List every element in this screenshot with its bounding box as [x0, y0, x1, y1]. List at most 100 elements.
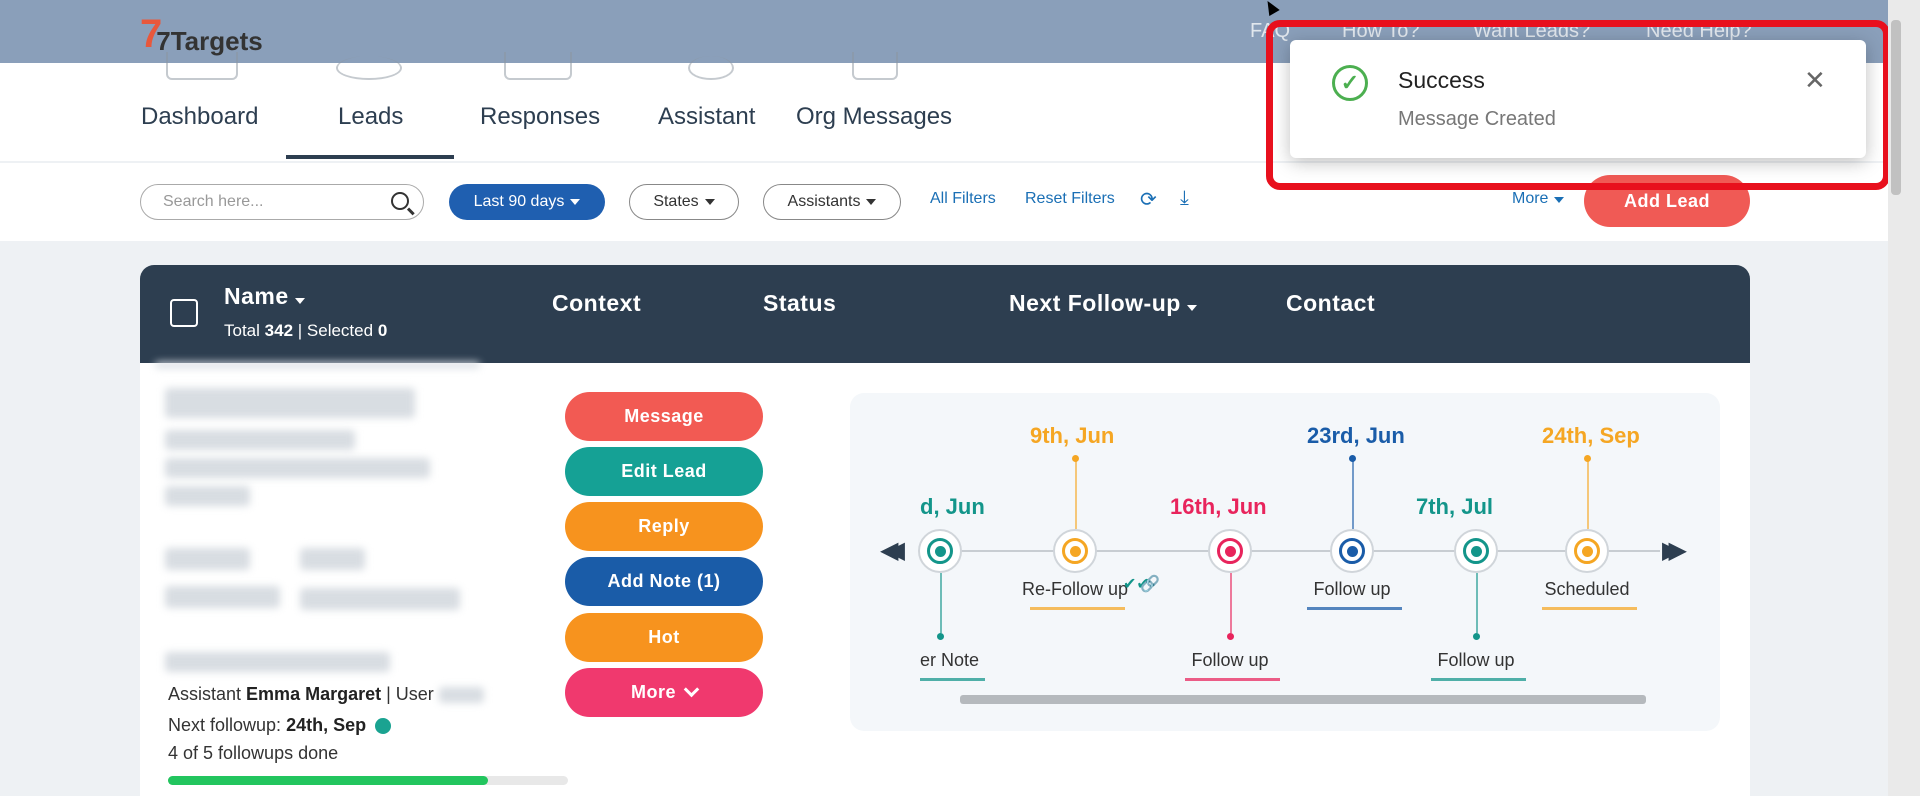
envelope-icon — [504, 52, 572, 80]
redacted-field-value — [300, 548, 365, 570]
download-icon[interactable]: ⤓ — [1180, 187, 1189, 210]
date-range-dropdown[interactable]: Last 90 days — [449, 184, 605, 220]
redacted-tags — [165, 486, 250, 506]
name-header-label: Name — [224, 283, 289, 309]
timeline-date: d, Jun — [920, 494, 985, 519]
active-tab-indicator — [286, 155, 454, 159]
chevron-down-icon — [1186, 305, 1197, 311]
assistant-name: Emma Margaret — [246, 684, 382, 704]
states-dropdown[interactable]: States — [629, 184, 739, 220]
search-input[interactable]: Search here... — [140, 184, 424, 220]
name-column-header[interactable]: Name — [224, 283, 305, 310]
timeline-scrollbar[interactable] — [960, 695, 1646, 704]
timeline-node[interactable] — [1454, 529, 1498, 573]
assistant-user-line: Assistant Emma Margaret | User — [168, 684, 484, 705]
timeline-prev-icon[interactable]: ◀◀ — [880, 536, 905, 565]
timeline-stem-dot — [937, 633, 944, 640]
tab-assistant[interactable]: Assistant — [658, 103, 755, 131]
tab-dashboard[interactable]: Dashboard — [141, 103, 258, 131]
hot-button[interactable]: Hot — [565, 613, 763, 662]
next-followup-date: 24th, Sep — [286, 715, 367, 735]
total-selected-summary: Total 342 | Selected 0 — [224, 321, 388, 340]
more-dropdown[interactable]: More — [1512, 190, 1565, 208]
tab-responses[interactable]: Responses — [480, 103, 600, 131]
timeline-label-underline — [1185, 678, 1280, 681]
headset-icon — [688, 56, 734, 80]
add-note-button[interactable]: Add Note (1) — [565, 557, 763, 606]
timeline-node[interactable] — [1330, 529, 1374, 573]
timeline-node[interactable] — [1208, 529, 1252, 573]
assistants-label: Assistants — [787, 193, 861, 210]
timeline-node[interactable] — [918, 529, 962, 573]
select-all-checkbox[interactable] — [170, 299, 198, 327]
redacted-company — [165, 652, 390, 672]
annotation-highlight-box — [1266, 20, 1890, 190]
chevron-down-icon — [570, 199, 581, 205]
clock-icon — [375, 718, 392, 735]
timeline-node[interactable] — [1053, 529, 1097, 573]
timeline-stem-dot — [1584, 455, 1591, 462]
timeline-label: Scheduled — [1544, 579, 1630, 599]
tab-org-messages[interactable]: Org Messages — [796, 103, 952, 131]
next-followup-column-header[interactable]: Next Follow-up — [1009, 290, 1197, 317]
timeline-stem-dot — [1227, 633, 1234, 640]
assistants-dropdown[interactable]: Assistants — [763, 184, 901, 220]
redacted-user — [438, 687, 484, 704]
chevron-down-icon — [683, 681, 700, 698]
timeline-node-dot — [1470, 545, 1482, 557]
timeline-date: 16th, Jun — [1170, 494, 1267, 519]
timeline-node-dot — [1069, 545, 1081, 557]
redacted-field-label — [165, 586, 280, 608]
timeline-stem-dot — [1349, 455, 1356, 462]
timeline-stem — [1230, 573, 1232, 633]
next-followup-header-label: Next Follow-up — [1009, 290, 1181, 316]
table-header: Name Total 342 | Selected 0 Context Stat… — [140, 265, 1750, 363]
all-filters-link[interactable]: All Filters — [930, 190, 996, 208]
followup-progress-fill — [168, 776, 488, 785]
timeline-label: Follow up — [1437, 650, 1515, 670]
page-scrollbar-thumb[interactable] — [1891, 20, 1901, 195]
message-button[interactable]: Message — [565, 392, 763, 441]
org-card-icon — [852, 52, 898, 80]
timeline-date: 23rd, Jun — [1307, 423, 1405, 448]
timeline-node-dot — [1224, 545, 1236, 557]
timeline-axis — [920, 550, 1660, 552]
timeline-label-underline — [1431, 678, 1526, 681]
reset-filters-link[interactable]: Reset Filters — [1025, 190, 1115, 208]
timeline-node[interactable] — [1565, 529, 1609, 573]
timeline-stem — [1352, 458, 1354, 529]
chevron-down-icon — [704, 199, 715, 205]
timeline-stem — [1587, 458, 1589, 529]
timeline-next-icon[interactable]: ▶▶ — [1662, 536, 1687, 565]
users-icon — [336, 56, 402, 80]
more-actions-button[interactable]: More — [565, 668, 763, 717]
redacted-field-value — [300, 588, 460, 610]
tab-leads[interactable]: Leads — [338, 103, 403, 131]
timeline-label-underline — [1307, 607, 1402, 610]
assistant-label: Assistant — [168, 684, 242, 704]
refresh-icon[interactable]: ⟳ — [1140, 187, 1157, 212]
timeline-node-ring — [1217, 538, 1243, 564]
followups-done: 4 of 5 followups done — [168, 743, 339, 763]
timeline-date: 24th, Sep — [1542, 423, 1640, 448]
timeline-stem-dot — [1473, 633, 1480, 640]
followup-timeline: ◀◀ ▶▶ d, Jun er Note 9th, Jun Re-Follow up 1… — [850, 393, 1720, 731]
context-column-header: Context — [552, 290, 642, 316]
next-followup-line: Next followup: 24th, Sep — [168, 715, 392, 736]
brand-logo[interactable]: 7 7Targets — [140, 10, 263, 57]
timeline-stem-dot — [1072, 455, 1079, 462]
reply-button[interactable]: Reply — [565, 502, 763, 551]
timeline-date: 9th, Jun — [1030, 423, 1115, 448]
timeline-label: Follow up — [1313, 579, 1391, 599]
edit-lead-button[interactable]: Edit Lead — [565, 447, 763, 496]
timeline-node-dot — [1581, 545, 1593, 557]
timeline-stem — [1476, 573, 1478, 633]
search-icon[interactable] — [391, 192, 409, 210]
total-count: 342 — [264, 321, 294, 340]
timeline-node-dot — [1346, 545, 1358, 557]
redacted-lead-title — [165, 430, 355, 450]
timeline-node-ring — [1463, 538, 1489, 564]
more-label: More — [1512, 190, 1549, 207]
chevron-down-icon — [294, 298, 305, 304]
dashboard-icon — [166, 52, 238, 80]
